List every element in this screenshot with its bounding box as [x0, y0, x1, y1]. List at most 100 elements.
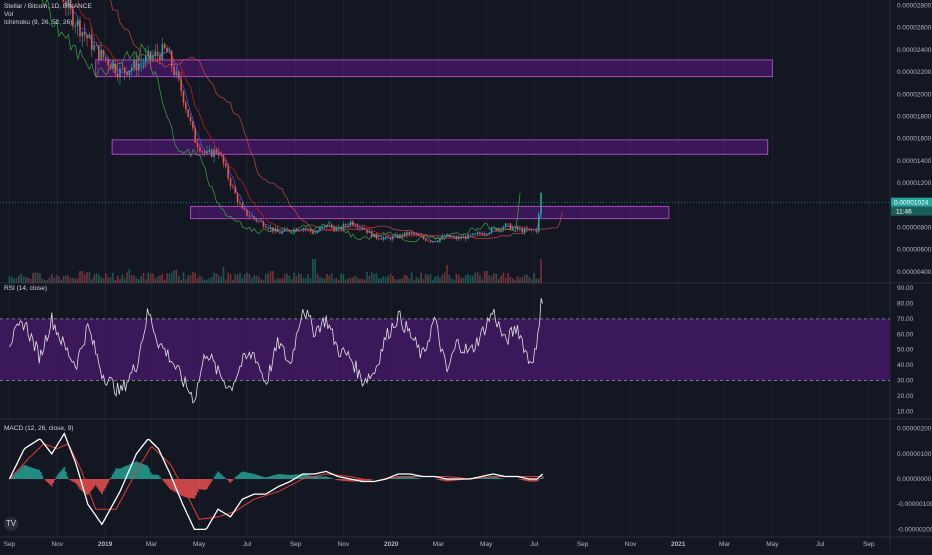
volume-bar	[390, 274, 392, 283]
macd-histogram-bar	[239, 473, 241, 479]
candle-body	[387, 237, 389, 238]
candle-body	[416, 234, 418, 235]
macd-histogram-bar	[95, 479, 97, 485]
volume-bar	[171, 273, 173, 283]
macd-histogram-bar	[437, 479, 439, 480]
candle-body	[441, 236, 443, 239]
volume-bar	[220, 277, 222, 283]
macd-histogram-bar	[227, 479, 229, 480]
candle-body	[305, 228, 307, 229]
volume-bar	[369, 276, 371, 283]
candle-body	[98, 45, 100, 59]
time-tick-label: Nov	[51, 541, 63, 548]
macd-histogram-bar	[117, 469, 119, 479]
candle-body	[72, 8, 74, 26]
volume-bar	[352, 277, 354, 283]
candle-body	[202, 151, 204, 152]
candle-body	[444, 236, 446, 237]
volume-bar	[79, 271, 81, 283]
volume-bar	[164, 280, 166, 283]
macd-histogram-bar	[523, 479, 525, 480]
volume-bar	[122, 275, 124, 283]
candle-body	[256, 219, 258, 221]
volume-bar	[333, 279, 335, 283]
macd-histogram-bar	[93, 479, 95, 487]
candle-body	[171, 51, 173, 66]
volume-bar	[319, 277, 321, 283]
candle-body	[260, 221, 262, 222]
volume-bar	[30, 279, 32, 283]
time-tick-label: May	[480, 541, 493, 548]
volume-bar	[63, 276, 65, 283]
chart-canvas[interactable]: 0.000028000.000026000.000024000.00002200…	[0, 0, 932, 550]
macd-histogram-bar	[416, 478, 418, 479]
macd-histogram-bar	[74, 479, 76, 483]
volume-bar	[373, 274, 375, 283]
volume-bar	[96, 273, 98, 283]
candle-body	[317, 231, 319, 233]
macd-histogram-bar	[217, 471, 219, 479]
time-tick-label: Sep	[4, 541, 16, 548]
volume-bar	[223, 267, 225, 283]
candle-body	[164, 44, 166, 48]
candle-body	[390, 237, 392, 239]
volume-bar	[225, 280, 227, 283]
macd-histogram-bar	[59, 473, 61, 479]
candle-body	[404, 232, 406, 236]
volume-bar	[317, 274, 319, 283]
volume-bar	[456, 274, 458, 283]
volume-bar	[439, 278, 441, 283]
macd-histogram-bar	[34, 468, 36, 479]
macd-histogram-bar	[67, 477, 69, 479]
volume-bar	[371, 273, 373, 283]
macd-histogram-bar	[245, 472, 247, 479]
candle-body	[536, 230, 538, 232]
volume-bar	[39, 273, 41, 283]
volume-bar	[531, 279, 533, 283]
macd-histogram-bar	[45, 479, 47, 480]
volume-bar	[514, 280, 516, 283]
volume-bar	[133, 275, 135, 283]
macd-histogram-bar	[270, 476, 272, 479]
macd-histogram-bar	[223, 477, 225, 479]
time-tick-label: Mar	[719, 541, 731, 548]
rsi-tick-label: 70.00	[897, 316, 914, 323]
candle-body	[140, 63, 142, 64]
candle-body	[225, 164, 227, 167]
candle-body	[249, 216, 251, 217]
volume-bar	[192, 272, 194, 283]
macd-histogram-bar	[37, 469, 39, 479]
candle-body	[491, 228, 493, 233]
candle-body	[517, 227, 519, 230]
macd-histogram-bar	[205, 479, 207, 490]
tradingview-logo[interactable]: TV	[4, 517, 18, 531]
candle-body	[190, 117, 192, 121]
price-tick-label: 0.00001600	[897, 136, 932, 143]
macd-histogram-bar	[275, 475, 277, 479]
macd-histogram-bar	[234, 477, 236, 479]
candle-body	[406, 232, 408, 234]
macd-histogram-bar	[32, 468, 34, 479]
macd-histogram-bar	[51, 479, 53, 486]
candle-body	[131, 68, 133, 71]
volume-bar	[451, 279, 453, 283]
macd-histogram-bar	[540, 478, 542, 479]
candle-body	[521, 229, 523, 233]
volume-bar	[46, 280, 48, 283]
volume-bar	[103, 278, 105, 283]
volume-bar	[418, 278, 420, 283]
macd-histogram-bar	[115, 468, 117, 479]
macd-histogram-bar	[35, 469, 37, 479]
candle-body	[227, 167, 229, 179]
macd-histogram-bar	[280, 474, 282, 479]
volume-bar	[383, 276, 385, 283]
price-tick-label: 0.00002600	[897, 25, 932, 32]
volume-bar	[126, 272, 128, 283]
macd-histogram-bar	[40, 472, 42, 479]
volume-bar	[423, 279, 425, 283]
candle-body	[359, 228, 361, 229]
macd-histogram-bar	[328, 477, 330, 479]
volume-bar	[237, 274, 239, 283]
volume-bar	[162, 274, 164, 283]
volume-bar	[227, 273, 229, 283]
